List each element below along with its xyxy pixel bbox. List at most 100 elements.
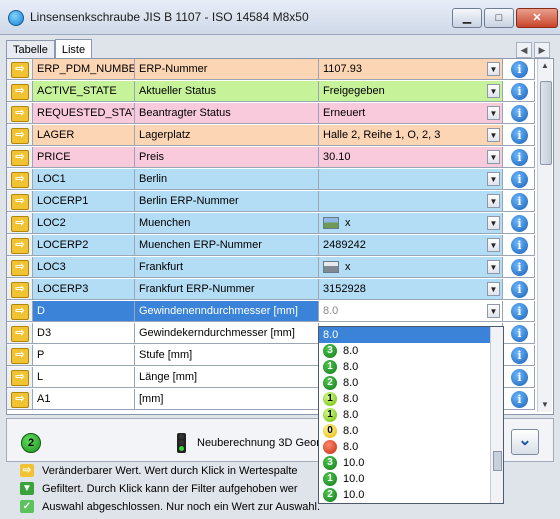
info-icon[interactable]: i (511, 325, 528, 342)
arrow-right-icon[interactable]: ⇨ (11, 84, 29, 100)
table-row[interactable]: ⇨ LAGER Lagerplatz Halle 2, Reihe 1, O, 2, … (7, 125, 535, 147)
close-button[interactable]: ✕ (516, 8, 558, 28)
recalc-3d-label[interactable]: Neuberechnung 3D Geom (197, 437, 325, 449)
dropdown-option[interactable]: 2 8.0 (319, 375, 503, 391)
info-icon[interactable]: i (511, 105, 528, 122)
table-row[interactable]: ⇨ PRICE Preis 30.10 ▼ i (7, 147, 535, 169)
row-action-cell[interactable]: ⇨ (7, 191, 33, 212)
param-value[interactable]: ▼ (319, 169, 503, 190)
dropdown-option[interactable]: 1 8.0 (319, 359, 503, 375)
param-value[interactable]: ▼ (319, 191, 503, 212)
info-icon[interactable]: i (511, 61, 528, 78)
row-action-cell[interactable]: ⇨ (7, 213, 33, 234)
tab-scroll-right-icon[interactable]: ▶ (534, 42, 550, 58)
dropdown-arrow-icon[interactable]: ▼ (487, 238, 500, 252)
row-action-cell[interactable]: ⇨ (7, 81, 33, 102)
param-value[interactable]: Freigegeben ▼ (319, 81, 503, 102)
row-action-cell[interactable]: ⇨ (7, 59, 33, 80)
dropdown-arrow-icon[interactable]: ▼ (487, 128, 500, 142)
dropdown-option[interactable]: 8.0 (319, 439, 503, 455)
info-cell[interactable]: i (503, 191, 535, 212)
dropdown-option[interactable]: 1 10.0 (319, 471, 503, 487)
info-icon[interactable]: i (511, 347, 528, 364)
param-value[interactable]: Erneuert ▼ (319, 103, 503, 124)
table-row[interactable]: ⇨ D Gewindenenndurchmesser [mm] 8.0 ▼ i (7, 301, 535, 323)
arrow-right-icon[interactable]: ⇨ (11, 106, 29, 122)
dropdown-option[interactable]: 3 10.0 (319, 455, 503, 471)
grid-scrollbar[interactable]: ▲ ▼ (537, 59, 552, 412)
dropdown-scrollbar[interactable] (490, 327, 503, 503)
table-row[interactable]: ⇨ LOC1 Berlin ▼ i (7, 169, 535, 191)
maximize-button[interactable]: □ (484, 8, 514, 28)
table-row[interactable]: ⇨ LOCERP1 Berlin ERP-Nummer ▼ i (7, 191, 535, 213)
arrow-right-icon[interactable]: ⇨ (11, 150, 29, 166)
dropdown-scroll-thumb[interactable] (493, 451, 502, 471)
row-action-cell[interactable]: ⇨ (7, 279, 33, 300)
row-action-cell[interactable]: ⇨ (7, 147, 33, 168)
param-value[interactable]: x ▼ (319, 257, 503, 278)
info-cell[interactable]: i (503, 213, 535, 234)
param-value[interactable]: 8.0 ▼ (319, 301, 503, 322)
row-action-cell[interactable]: ⇨ (7, 367, 33, 388)
dropdown-option[interactable]: 3 8.0 (319, 343, 503, 359)
info-cell[interactable]: i (503, 147, 535, 168)
tab-liste[interactable]: Liste (54, 39, 93, 60)
row-action-cell[interactable]: ⇨ (7, 345, 33, 366)
param-value[interactable]: Halle 2, Reihe 1, O, 2, 3 ▼ (319, 125, 503, 146)
arrow-right-icon[interactable]: ⇨ (11, 238, 29, 254)
param-value[interactable]: 1107.93 ▼ (319, 59, 503, 80)
info-icon[interactable]: i (511, 193, 528, 210)
row-action-cell[interactable]: ⇨ (7, 323, 33, 344)
info-cell[interactable]: i (503, 279, 535, 300)
value-dropdown-list[interactable]: 8.0 3 8.0 1 8.0 2 8.0 1 8.0 1 8.0 0 8.0 8.0 3 10.0 1 10.0… (318, 326, 504, 504)
table-row[interactable]: ⇨ LOC2 Muenchen x ▼ i (7, 213, 535, 235)
table-row[interactable]: ⇨ REQUESTED_STATE Beantragter Status Erneue… (7, 103, 535, 125)
param-value[interactable]: 2489242 ▼ (319, 235, 503, 256)
dropdown-option[interactable]: 0 8.0 (319, 423, 503, 439)
param-value[interactable]: 30.10 ▼ (319, 147, 503, 168)
arrow-right-icon[interactable]: ⇨ (11, 348, 29, 364)
scroll-thumb[interactable] (540, 81, 552, 165)
info-icon[interactable]: i (511, 303, 528, 320)
minimize-button[interactable]: ▁ (452, 8, 482, 28)
table-row[interactable]: ⇨ ERP_PDM_NUMBER ERP-Nummer 1107.93 ▼ i (7, 59, 535, 81)
info-icon[interactable]: i (511, 171, 528, 188)
row-action-cell[interactable]: ⇨ (7, 257, 33, 278)
row-action-cell[interactable]: ⇨ (7, 235, 33, 256)
info-cell[interactable]: i (503, 235, 535, 256)
arrow-right-icon[interactable]: ⇨ (11, 194, 29, 210)
tab-tabelle[interactable]: Tabelle (6, 40, 55, 59)
info-cell[interactable]: i (503, 257, 535, 278)
info-cell[interactable]: i (503, 103, 535, 124)
info-icon[interactable]: i (511, 369, 528, 386)
row-action-cell[interactable]: ⇨ (7, 301, 33, 322)
info-cell[interactable]: i (503, 125, 535, 146)
dropdown-arrow-icon[interactable]: ▼ (487, 282, 500, 296)
dropdown-option[interactable]: 1 8.0 (319, 391, 503, 407)
row-action-cell[interactable]: ⇨ (7, 125, 33, 146)
info-cell[interactable]: i (503, 169, 535, 190)
collapse-button[interactable]: ⌄ (511, 429, 539, 455)
info-cell[interactable]: i (503, 323, 535, 344)
info-icon[interactable]: i (511, 237, 528, 254)
table-row[interactable]: ⇨ LOCERP2 Muenchen ERP-Nummer 2489242 ▼ i (7, 235, 535, 257)
dropdown-arrow-icon[interactable]: ▼ (487, 62, 500, 76)
row-action-cell[interactable]: ⇨ (7, 169, 33, 190)
arrow-right-icon[interactable]: ⇨ (11, 392, 29, 408)
arrow-right-icon[interactable]: ⇨ (11, 260, 29, 276)
arrow-right-icon[interactable]: ⇨ (11, 370, 29, 386)
dropdown-arrow-icon[interactable]: ▼ (487, 216, 500, 230)
dropdown-arrow-icon[interactable]: ▼ (487, 106, 500, 120)
info-cell[interactable]: i (503, 389, 535, 410)
dropdown-arrow-icon[interactable]: ▼ (487, 260, 500, 274)
dropdown-arrow-icon[interactable]: ▼ (487, 84, 500, 98)
dropdown-arrow-icon[interactable]: ▼ (487, 194, 500, 208)
arrow-right-icon[interactable]: ⇨ (11, 128, 29, 144)
info-icon[interactable]: i (511, 215, 528, 232)
dropdown-arrow-icon[interactable]: ▼ (487, 150, 500, 164)
arrow-right-icon[interactable]: ⇨ (11, 282, 29, 298)
scroll-down-icon[interactable]: ▼ (538, 398, 552, 412)
info-icon[interactable]: i (511, 391, 528, 408)
info-icon[interactable]: i (511, 127, 528, 144)
param-value[interactable]: x ▼ (319, 213, 503, 234)
